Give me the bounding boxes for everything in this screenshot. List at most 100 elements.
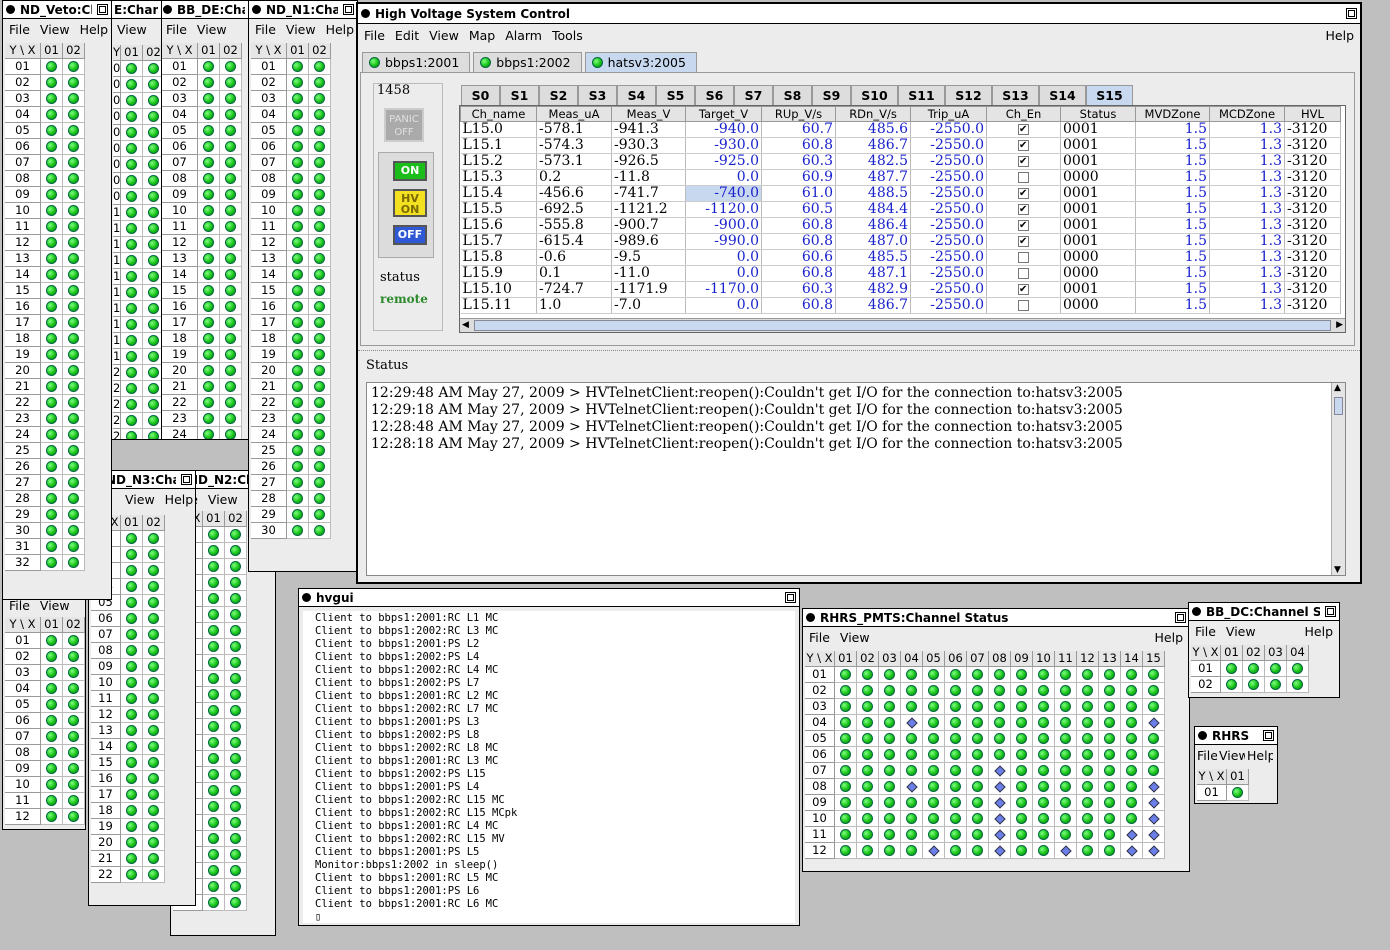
channel-cell[interactable] (287, 267, 309, 283)
channel-cell[interactable] (1099, 667, 1121, 683)
tab-s4[interactable]: S4 (617, 85, 656, 105)
channel-cell[interactable] (41, 633, 63, 649)
hv-on-button[interactable]: HV ON (393, 189, 427, 217)
titlebar[interactable]: ND_N1:Channel Status (249, 1, 357, 19)
channel-cell[interactable] (121, 285, 143, 301)
channel-cell[interactable] (220, 315, 242, 331)
channel-cell[interactable] (1033, 747, 1055, 763)
channel-cell[interactable] (1121, 731, 1143, 747)
channel-cell[interactable] (220, 171, 242, 187)
channel-cell[interactable] (287, 459, 309, 475)
channel-cell[interactable] (1143, 683, 1165, 699)
channel-cell[interactable] (879, 667, 901, 683)
channel-cell[interactable] (989, 827, 1011, 843)
menu-help[interactable]: Help (1155, 630, 1184, 645)
cell-hvl[interactable]: -3120 (1284, 185, 1341, 202)
channel-cell[interactable] (901, 731, 923, 747)
cell-meas_v[interactable]: -989.6 (611, 233, 686, 250)
channel-cell[interactable] (143, 253, 161, 269)
channel-cell[interactable] (835, 667, 857, 683)
window-menu-icon[interactable] (1192, 607, 1201, 616)
channel-cell[interactable] (121, 109, 143, 125)
channel-cell[interactable] (989, 731, 1011, 747)
cell-name[interactable]: L15.3 (460, 169, 537, 186)
scroll-thumb[interactable] (1334, 397, 1343, 415)
channel-cell[interactable] (143, 803, 165, 819)
channel-cell[interactable] (143, 269, 161, 285)
channel-cell[interactable] (1033, 699, 1055, 715)
channel-cell[interactable] (121, 755, 143, 771)
channel-cell[interactable] (143, 675, 165, 691)
channel-cell[interactable] (121, 691, 143, 707)
channel-cell[interactable] (121, 141, 143, 157)
channel-cell[interactable] (143, 77, 161, 93)
cell-rup[interactable]: 60.3 (761, 281, 836, 298)
channel-cell[interactable] (220, 395, 242, 411)
channel-cell[interactable] (287, 155, 309, 171)
channel-cell[interactable] (1265, 661, 1287, 677)
channel-cell[interactable] (63, 809, 85, 825)
channel-cell[interactable] (143, 365, 161, 381)
cell-target_v[interactable]: -740.0 (685, 185, 762, 202)
channel-enable-checkbox[interactable] (1018, 251, 1029, 263)
channel-cell[interactable] (225, 559, 247, 575)
channel-cell[interactable] (225, 719, 247, 735)
channel-cell[interactable] (287, 203, 309, 219)
channel-cell[interactable] (225, 783, 247, 799)
cell-mcd[interactable]: 1.3 (1209, 281, 1285, 298)
channel-cell[interactable] (287, 75, 309, 91)
table-row[interactable]: L15.6-555.8-900.7-900.060.8486.4-2550.00… (460, 217, 1341, 234)
cell-rdn[interactable]: 488.5 (835, 185, 911, 202)
tab-s1[interactable]: S1 (500, 85, 539, 105)
cell-mcd[interactable]: 1.3 (1209, 153, 1285, 170)
channel-cell[interactable] (63, 203, 85, 219)
channel-cell[interactable] (1033, 667, 1055, 683)
channel-cell[interactable] (309, 427, 331, 443)
channel-cell[interactable] (967, 747, 989, 763)
channel-cell[interactable] (1077, 683, 1099, 699)
maximize-icon[interactable] (343, 4, 354, 15)
channel-cell[interactable] (41, 347, 63, 363)
menu-file[interactable]: File (1195, 624, 1216, 639)
table-row[interactable]: L15.4-456.6-741.7-740.061.0488.5-2550.00… (460, 185, 1341, 202)
cell-meas_v[interactable]: -741.7 (611, 185, 686, 202)
channel-cell[interactable] (879, 795, 901, 811)
column-header[interactable]: RDn_V/s (835, 106, 911, 122)
cell-meas_ua[interactable]: -692.5 (536, 201, 612, 218)
cell-en[interactable] (986, 185, 1061, 202)
channel-cell[interactable] (63, 427, 85, 443)
channel-cell[interactable] (63, 649, 85, 665)
channel-cell[interactable] (63, 459, 85, 475)
channel-cell[interactable] (63, 123, 85, 139)
channel-cell[interactable] (1011, 827, 1033, 843)
channel-cell[interactable] (989, 715, 1011, 731)
channel-cell[interactable] (309, 219, 331, 235)
channel-cell[interactable] (41, 523, 63, 539)
channel-cell[interactable] (63, 107, 85, 123)
channel-cell[interactable] (945, 779, 967, 795)
channel-cell[interactable] (220, 411, 242, 427)
cell-en[interactable] (986, 121, 1061, 138)
channel-cell[interactable] (41, 91, 63, 107)
channel-cell[interactable] (309, 203, 331, 219)
menu-help[interactable]: Help (326, 22, 355, 37)
channel-cell[interactable] (1011, 731, 1033, 747)
channel-cell[interactable] (41, 729, 63, 745)
channel-cell[interactable] (63, 745, 85, 761)
table-row[interactable]: L15.1-574.3-930.3-930.060.8486.7-2550.00… (460, 137, 1341, 154)
channel-cell[interactable] (1055, 779, 1077, 795)
channel-cell[interactable] (63, 793, 85, 809)
cell-trip[interactable]: -2550.0 (910, 217, 987, 234)
channel-cell[interactable] (121, 835, 143, 851)
channel-cell[interactable] (287, 235, 309, 251)
cell-name[interactable]: L15.1 (460, 137, 537, 154)
channel-cell[interactable] (41, 443, 63, 459)
channel-cell[interactable] (225, 863, 247, 879)
cell-meas_v[interactable]: -900.7 (611, 217, 686, 234)
channel-cell[interactable] (1033, 827, 1055, 843)
channel-enable-checkbox[interactable] (1018, 267, 1029, 279)
table-row[interactable]: L15.5 -692.5 -1121.2 -1120.0 60.5 484.4 -2550.… (460, 201, 1341, 218)
channel-cell[interactable] (309, 459, 331, 475)
cell-mcd[interactable]: 1.3 (1209, 169, 1285, 186)
channel-cell[interactable] (225, 751, 247, 767)
